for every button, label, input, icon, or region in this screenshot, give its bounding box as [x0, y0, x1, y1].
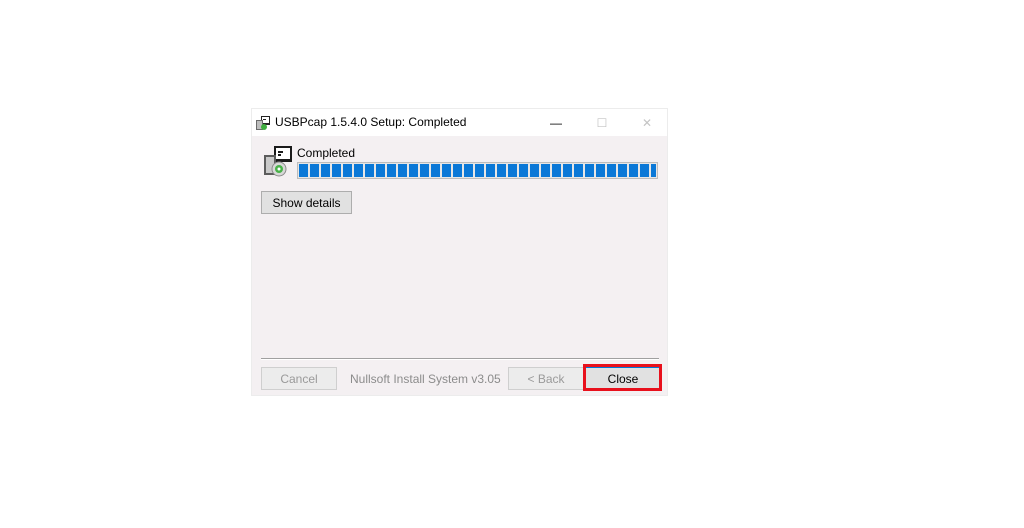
minimize-button[interactable]: — [533, 109, 579, 136]
window-title: USBPcap 1.5.4.0 Setup: Completed [275, 115, 467, 129]
back-button[interactable]: < Back [508, 367, 584, 390]
minimize-icon: — [550, 115, 562, 130]
close-button-highlight [583, 364, 662, 391]
progress-bar [297, 162, 658, 179]
close-icon: ✕ [641, 115, 653, 130]
show-details-button[interactable]: Show details [261, 191, 352, 214]
maximize-icon: ☐ [596, 115, 608, 130]
window-close-button[interactable]: ✕ [624, 109, 670, 136]
cancel-button[interactable]: Cancel [261, 367, 337, 390]
installer-icon [264, 146, 292, 177]
setup-window: USBPcap 1.5.4.0 Setup: Completed — ☐ ✕ C… [251, 108, 668, 396]
progress-bar-fill [299, 164, 656, 177]
nsis-branding-label: Nullsoft Install System v3.05 [350, 372, 501, 386]
title-bar[interactable]: USBPcap 1.5.4.0 Setup: Completed — ☐ ✕ [252, 109, 667, 136]
installer-app-icon [256, 116, 270, 130]
status-label: Completed [297, 146, 356, 160]
footer-separator [261, 358, 659, 360]
maximize-button[interactable]: ☐ [579, 109, 625, 136]
